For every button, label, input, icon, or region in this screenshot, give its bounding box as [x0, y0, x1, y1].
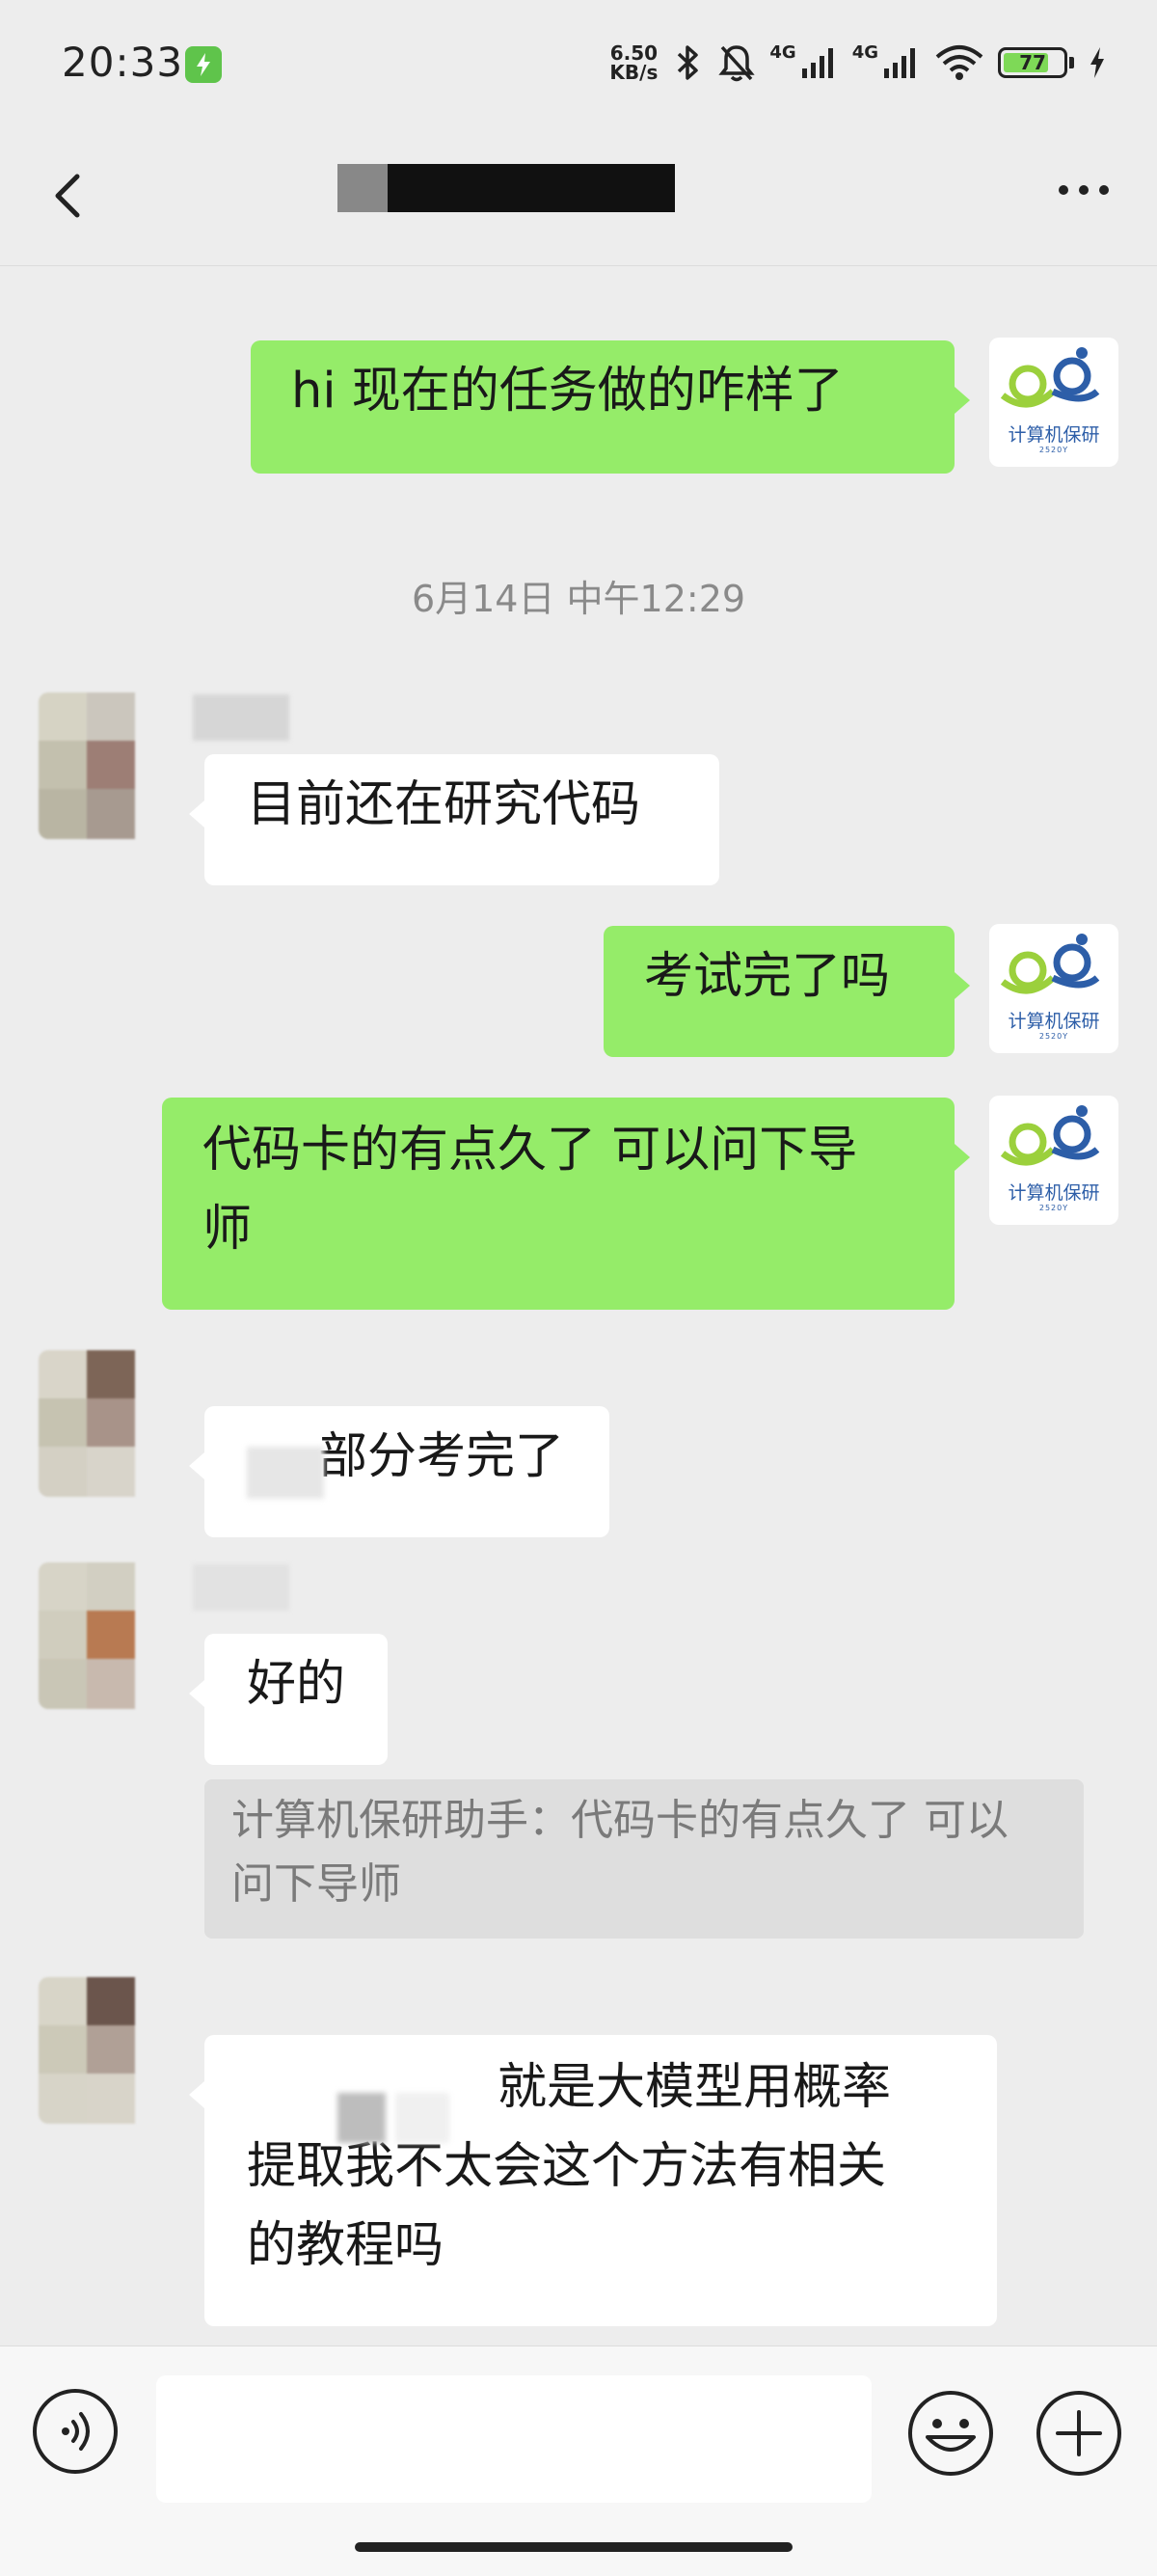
incoming-bubble[interactable]: 好的 [189, 1634, 388, 1765]
redacted-patch [395, 2093, 449, 2143]
contact-avatar-blurred[interactable] [39, 692, 147, 839]
chat-header [0, 130, 1157, 266]
more-dots-icon [1059, 185, 1068, 195]
message-row: hi 现在的任务做的咋样了 计算机保研 2520Y [0, 338, 1157, 482]
message-text: 部分考完了 [318, 1428, 565, 1485]
signal-type-label: 4G [769, 41, 796, 63]
logo-icon [1000, 934, 1100, 994]
message-text: hi 现在的任务做的咋样了 [291, 363, 844, 420]
contact-avatar-blurred[interactable] [39, 1977, 147, 2124]
battery-percent: 77 [1019, 51, 1046, 74]
signal-icon [801, 48, 833, 78]
logo-subtext: 2520Y [1038, 446, 1069, 454]
message-text-line: 的教程吗 [247, 2217, 444, 2274]
self-avatar[interactable]: 计算机保研 2520Y [989, 338, 1118, 467]
bluetooth-icon [678, 45, 699, 80]
logo-subtext: 2520Y [1038, 1204, 1069, 1212]
self-avatar[interactable]: 计算机保研 2520Y [989, 1096, 1118, 1225]
chat-timestamp: 6月14日 中午12:29 [411, 578, 746, 620]
home-indicator[interactable] [355, 2542, 793, 2552]
logo-text: 计算机保研 [1008, 1182, 1100, 1204]
redacted-patch [337, 2093, 386, 2143]
emoji-icon [908, 2391, 993, 2476]
message-text-line: 代码卡的有点久了 可以问下导 [202, 1122, 858, 1179]
sender-name-redacted [193, 1564, 289, 1611]
logo-text: 计算机保研 [1008, 424, 1100, 446]
quote-text-line: 计算机保研助手：代码卡的有点久了 可以 [231, 1796, 1009, 1845]
outgoing-bubble[interactable]: 考试完了吗 [604, 926, 970, 1057]
quoted-message[interactable]: 计算机保研助手：代码卡的有点久了 可以 问下导师 [204, 1779, 1084, 1939]
status-bar: 20:33 6.50 KB/s 4G 4G 77 [0, 0, 1157, 130]
sender-name-redacted [193, 694, 289, 741]
incoming-bubble[interactable]: 就是大模型用概率 提取我不太会这个方法有相关 的教程吗 [189, 2035, 997, 2326]
network-speed: 6.50 KB/s [609, 41, 659, 84]
status-time: 20:33 [62, 39, 184, 86]
bell-muted-icon [718, 45, 756, 82]
battery-cap [1069, 57, 1074, 68]
battery-icon: 77 [998, 47, 1067, 78]
contact-avatar-blurred[interactable] [39, 1562, 147, 1709]
plus-icon [1036, 2391, 1121, 2476]
message-input[interactable] [156, 2375, 872, 2503]
redacted-patch [247, 1447, 324, 1499]
message-text-line: 师 [202, 1201, 253, 1258]
self-avatar[interactable]: 计算机保研 2520Y [989, 924, 1118, 1053]
emoji-button[interactable] [906, 2389, 995, 2478]
status-icons: 6.50 KB/s 4G 4G 77 [609, 39, 1107, 87]
outgoing-bubble[interactable]: hi 现在的任务做的咋样了 [251, 340, 970, 474]
message-text: 目前还在研究代码 [247, 776, 641, 833]
logo-icon [1000, 347, 1100, 408]
back-button[interactable] [42, 157, 100, 234]
logo-subtext: 2520Y [1038, 1032, 1069, 1041]
chat-title-redacted [337, 164, 675, 212]
message-text: 考试完了吗 [644, 948, 891, 1005]
voice-icon [62, 2412, 90, 2451]
charging-badge-icon [185, 46, 222, 83]
message-text: 好的 [247, 1656, 346, 1713]
logo-icon [1000, 1105, 1100, 1166]
signal-icon [884, 48, 915, 78]
plus-button[interactable] [1035, 2389, 1123, 2478]
wifi-icon [935, 45, 983, 80]
quote-text-line: 问下导师 [231, 1859, 401, 1909]
contact-avatar-blurred[interactable] [39, 1350, 147, 1497]
logo-text: 计算机保研 [1008, 1011, 1100, 1032]
incoming-bubble[interactable]: 目前还在研究代码 [189, 754, 719, 885]
bolt-icon [1090, 47, 1104, 78]
chevron-left-icon [55, 174, 80, 218]
voice-button[interactable] [33, 2389, 118, 2474]
more-button[interactable] [1045, 169, 1122, 211]
outgoing-bubble[interactable]: 代码卡的有点久了 可以问下导 师 [162, 1098, 970, 1310]
signal-type-label: 4G [851, 41, 878, 63]
